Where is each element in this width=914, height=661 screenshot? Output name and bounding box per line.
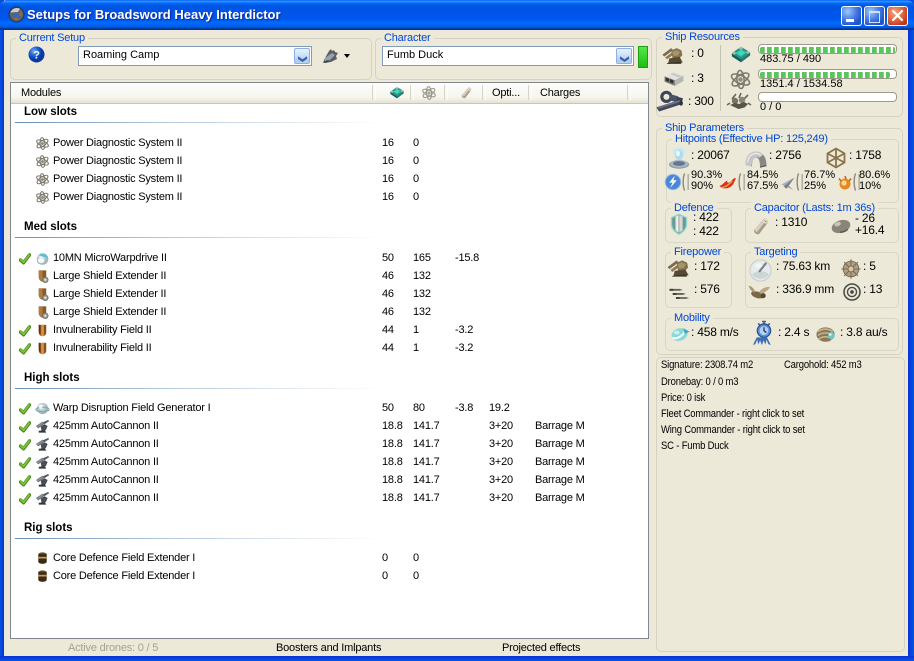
- svg-text:?: ?: [33, 50, 40, 62]
